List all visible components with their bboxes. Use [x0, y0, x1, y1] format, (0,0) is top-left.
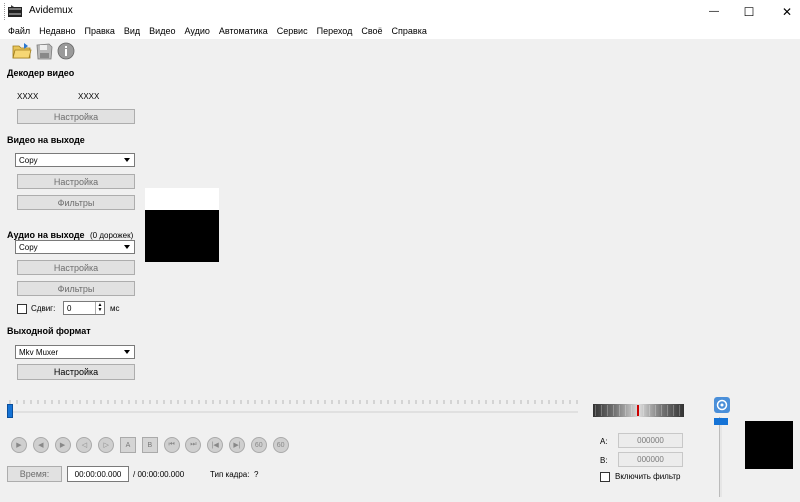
menu-file[interactable]: Файл [4, 26, 34, 36]
video-codec-select[interactable]: Copy [15, 153, 135, 167]
decoder-value-b: XXXX [78, 92, 100, 101]
marker-b-label: B: [600, 456, 608, 465]
menu-help[interactable]: Справка [388, 26, 431, 36]
menu-auto[interactable]: Автоматика [215, 26, 272, 36]
forward-icon[interactable]: ▶ [54, 437, 71, 453]
set-marker-b-icon[interactable]: B [141, 437, 158, 453]
maximize-icon: ☐ [743, 4, 755, 19]
set-marker-a-icon[interactable]: A [120, 437, 136, 453]
volume-slider-track[interactable] [719, 417, 722, 497]
frame-type-label: Тип кадра: [210, 470, 250, 479]
menu-view[interactable]: Вид [120, 26, 144, 36]
minimize-icon: — [709, 6, 719, 17]
menu-custom[interactable]: Своё [357, 26, 386, 36]
menu-bar: Файл Недавно Правка Вид Видео Аудио Авто… [0, 23, 800, 39]
toolbar [0, 39, 800, 63]
play-icon[interactable]: ▶ [11, 437, 27, 453]
timeline-slider[interactable] [7, 396, 578, 416]
audio-shift-spinbox[interactable]: 0 ▲ ▼ [63, 301, 105, 315]
decoder-configure-button[interactable]: Настройка [17, 109, 135, 124]
audio-codec-value: Copy [19, 242, 38, 252]
previous-cut-icon[interactable]: ⏮ [163, 437, 180, 453]
spinner-arrows-icon[interactable]: ▲ ▼ [95, 302, 104, 314]
info-icon[interactable] [56, 41, 76, 61]
marker-a-field: 000000 [618, 433, 683, 448]
audio-shift-value: 0 [67, 303, 72, 313]
next-frame-icon[interactable]: ▷ [98, 437, 115, 453]
time-button[interactable]: Время: [7, 466, 62, 482]
muxer-value: Mkv Muxer [19, 347, 59, 357]
chevron-down-icon [124, 350, 130, 354]
menu-tools[interactable]: Сервис [273, 26, 312, 36]
timeline-cursor[interactable] [7, 404, 13, 418]
go-to-end-icon[interactable]: ▶| [229, 437, 245, 453]
menu-audio[interactable]: Аудио [180, 26, 213, 36]
muxer-configure-button[interactable]: Настройка [17, 364, 135, 380]
audio-shift-checkbox[interactable] [17, 304, 27, 314]
marker-a-label: A: [600, 437, 608, 446]
enable-filter-label: Включить фильтр [615, 472, 681, 481]
rewind-icon[interactable]: ◀ [32, 437, 49, 453]
audio-configure-button[interactable]: Настройка [17, 260, 135, 275]
volume-icon[interactable] [714, 397, 730, 413]
next-cut-icon[interactable]: ⏭ [185, 437, 202, 453]
close-button[interactable]: ✕ [764, 0, 800, 23]
video-preview [145, 210, 219, 262]
audio-codec-select[interactable]: Copy [15, 240, 135, 254]
avidemux-app-icon [8, 5, 22, 18]
open-folder-icon[interactable] [12, 41, 32, 61]
total-time: / 00:00:00.000 [133, 470, 185, 479]
forward-60s-icon[interactable]: 60 [272, 437, 289, 453]
back-60s-icon[interactable]: 60 [250, 437, 267, 453]
save-disk-icon[interactable] [34, 41, 54, 61]
output-format-title: Выходной формат [7, 326, 91, 336]
menu-edit[interactable]: Правка [80, 26, 118, 36]
video-preview-top [145, 188, 219, 210]
marker-b-field: 000000 [618, 452, 683, 467]
menu-go[interactable]: Переход [313, 26, 357, 36]
output-preview [745, 421, 793, 469]
decoder-value-a: XXXX [17, 92, 39, 101]
video-output-title: Видео на выходе [7, 135, 85, 145]
frame-type-value: ? [254, 470, 259, 479]
volume-slider-handle[interactable] [714, 418, 728, 425]
decoder-title: Декодер видео [7, 68, 75, 78]
audio-level-marker [637, 405, 639, 416]
go-to-start-icon[interactable]: |◀ [207, 437, 224, 453]
video-configure-button[interactable]: Настройка [17, 174, 135, 189]
enable-filter-checkbox[interactable] [600, 472, 610, 482]
audio-shift-unit: мс [110, 304, 120, 313]
toolbar-grip[interactable] [4, 3, 6, 20]
video-filters-button[interactable]: Фильтры [17, 195, 135, 210]
window-title: Avidemux [29, 5, 73, 16]
muxer-select[interactable]: Mkv Muxer [15, 345, 135, 359]
current-time-field[interactable]: 00:00:00.000 [67, 466, 129, 482]
audio-filters-button[interactable]: Фильтры [17, 281, 135, 296]
title-bar [0, 0, 800, 23]
video-codec-value: Copy [19, 155, 38, 165]
menu-recent[interactable]: Недавно [35, 26, 79, 36]
menu-video[interactable]: Видео [145, 26, 179, 36]
chevron-down-icon [124, 158, 130, 162]
previous-frame-icon[interactable]: ◁ [76, 437, 93, 453]
chevron-down-icon [124, 245, 130, 249]
close-icon: ✕ [781, 4, 793, 19]
audio-output-title: Аудио на выходе [7, 230, 85, 240]
audio-shift-label: Сдвиг: [31, 304, 56, 313]
audio-track-count: (0 дорожек) [90, 231, 134, 240]
